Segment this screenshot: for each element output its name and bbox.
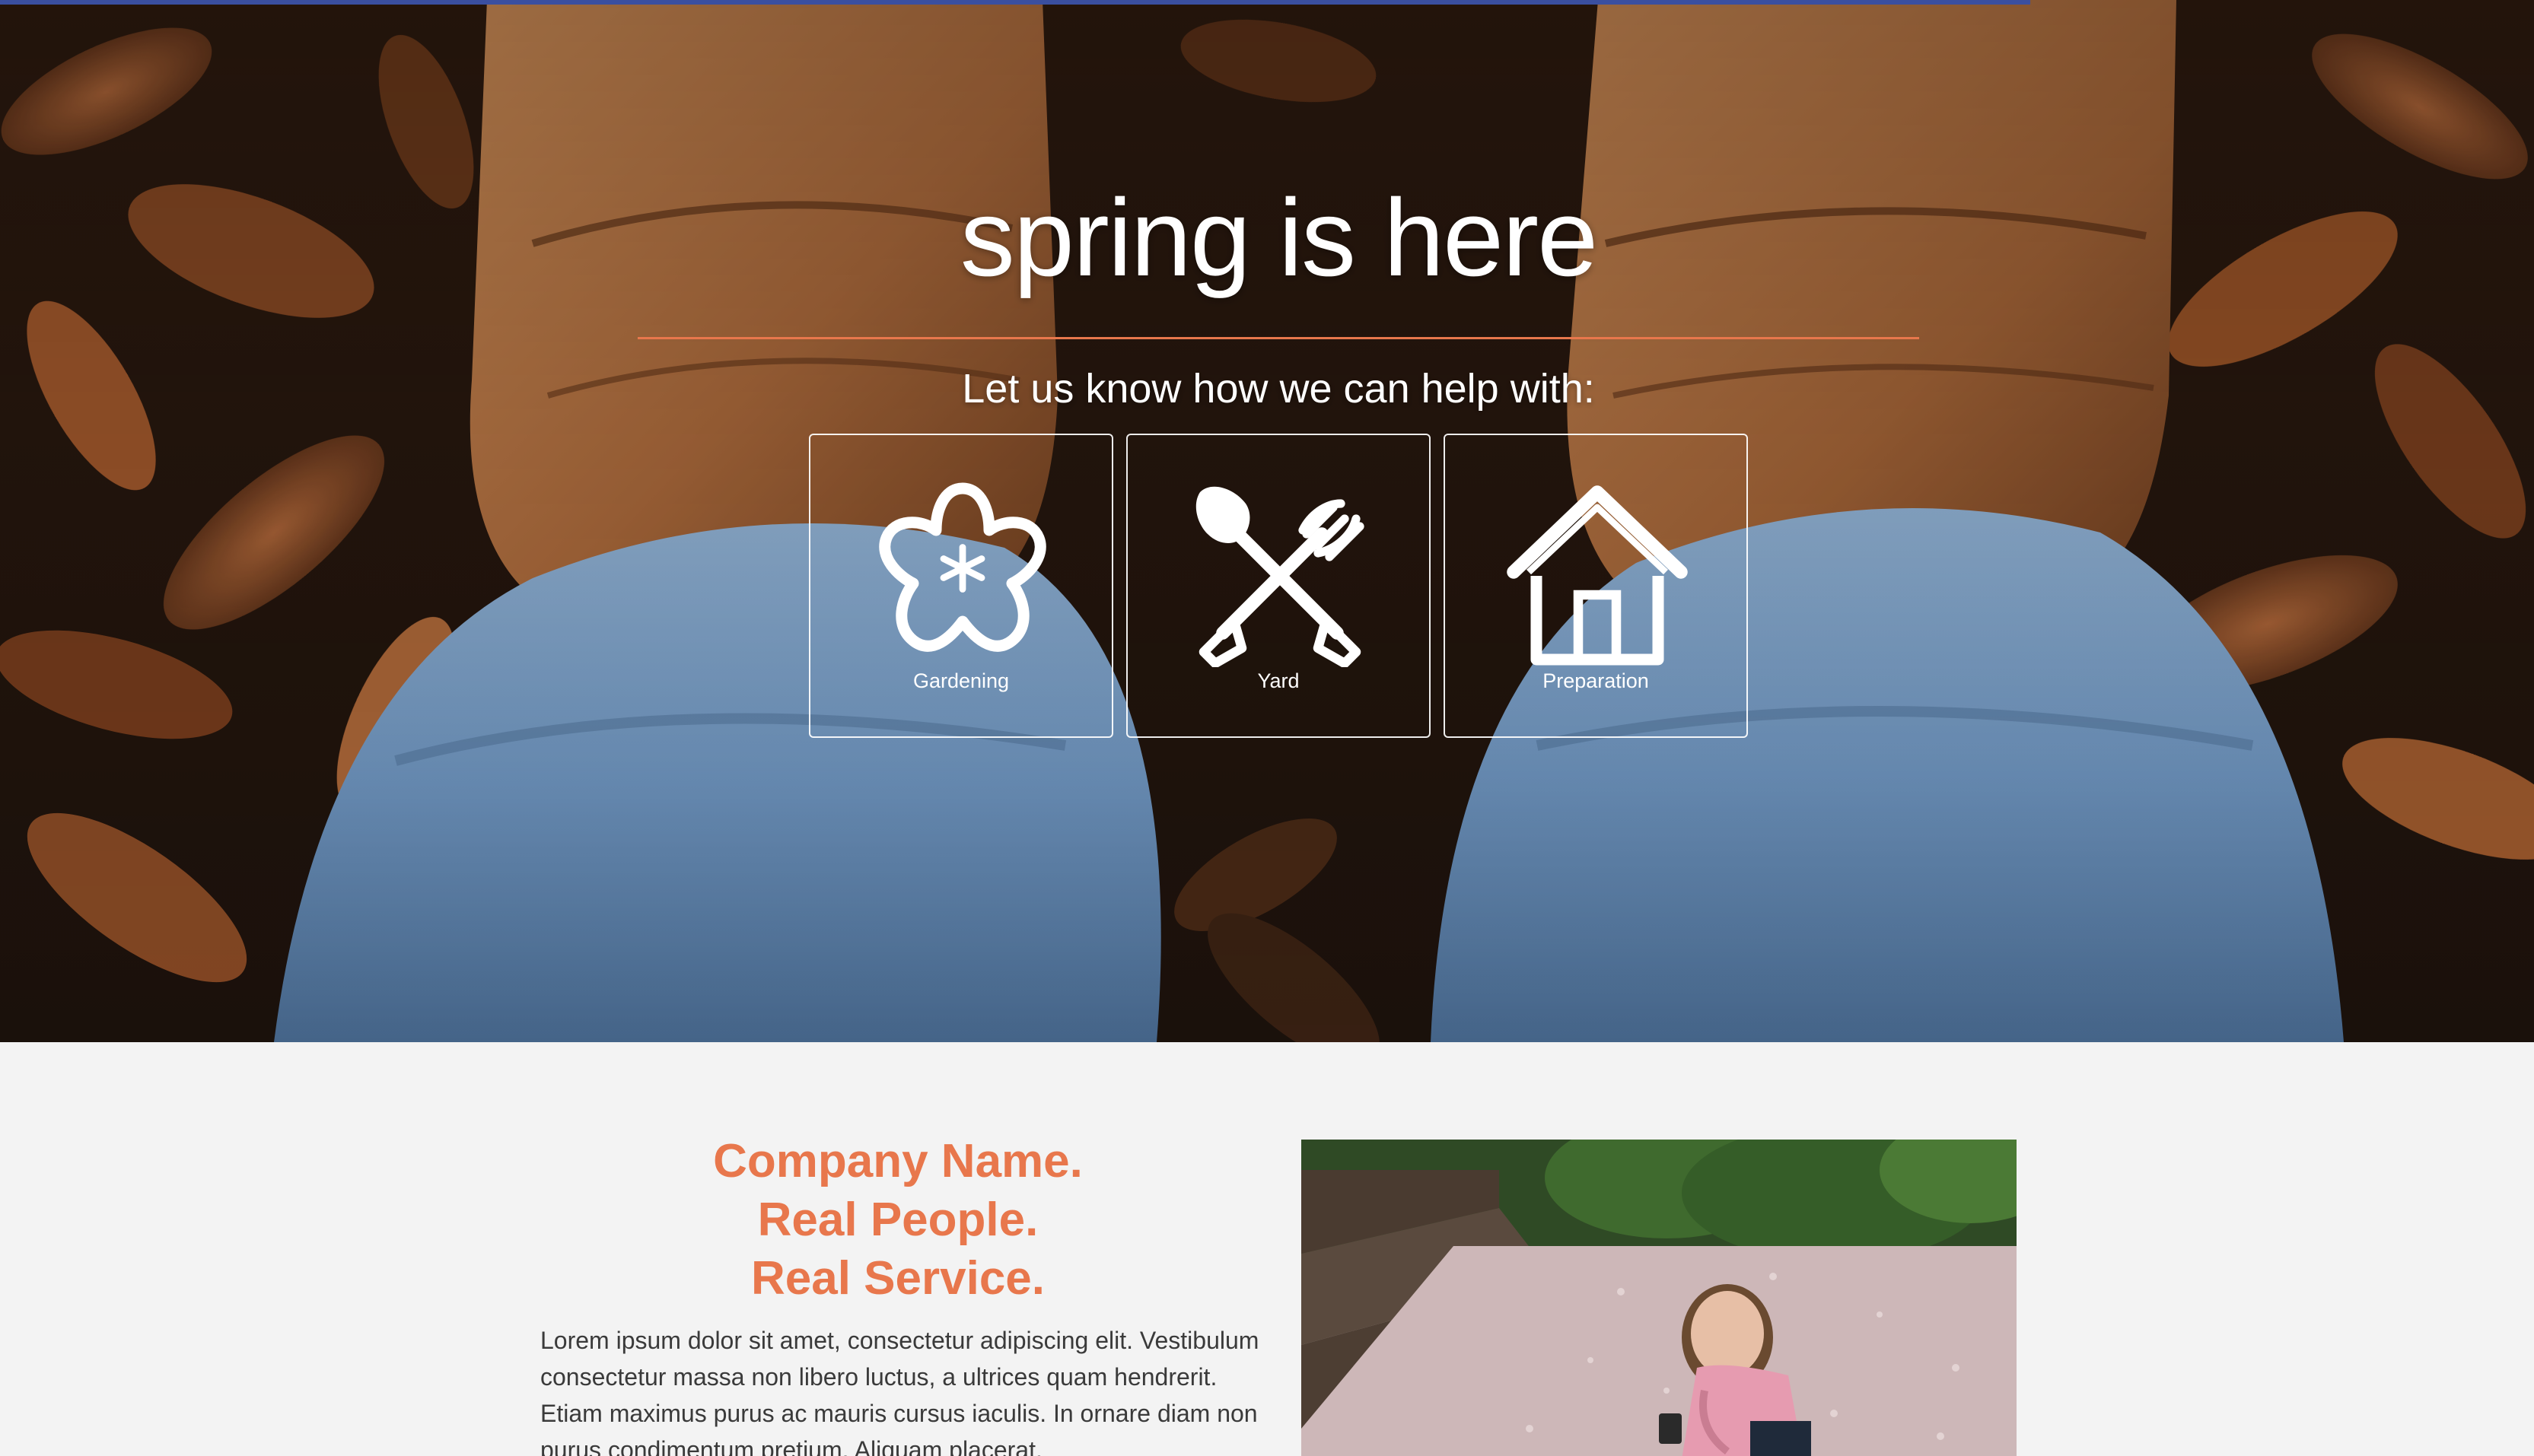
service-card-gardening[interactable]: Gardening — [809, 434, 1113, 738]
about-body-text: Lorem ipsum dolor sit amet, consectetur … — [540, 1327, 1259, 1456]
service-label-yard: Yard — [1257, 669, 1300, 692]
hero-divider — [638, 337, 1919, 339]
service-label-preparation: Preparation — [1542, 669, 1649, 692]
headline-line-1: Company Name. — [713, 1135, 1083, 1187]
headline-line-3: Real Service. — [750, 1252, 1046, 1305]
flower-icon — [867, 477, 1058, 667]
service-card-preparation[interactable]: Preparation — [1444, 434, 1748, 738]
about-section: Company Name. Real People. Real Service.… — [0, 1042, 2534, 1456]
about-photo — [1301, 1140, 2017, 1456]
hero-title: spring is here — [960, 176, 1598, 299]
about-headline: Company Name. Real People. Real Service. — [533, 1132, 1263, 1308]
shovel-rake-icon — [1185, 477, 1375, 667]
scroll-progress-bar — [0, 0, 2030, 5]
house-icon — [1502, 477, 1692, 667]
headline-line-2: Real People. — [757, 1194, 1039, 1246]
service-label-gardening: Gardening — [912, 669, 1010, 692]
hero-section: spring is here Let us know how we can he… — [0, 0, 2534, 1042]
hero-subtitle: Let us know how we can help with: — [962, 366, 1595, 412]
service-card-yard[interactable]: Yard — [1126, 434, 1431, 738]
